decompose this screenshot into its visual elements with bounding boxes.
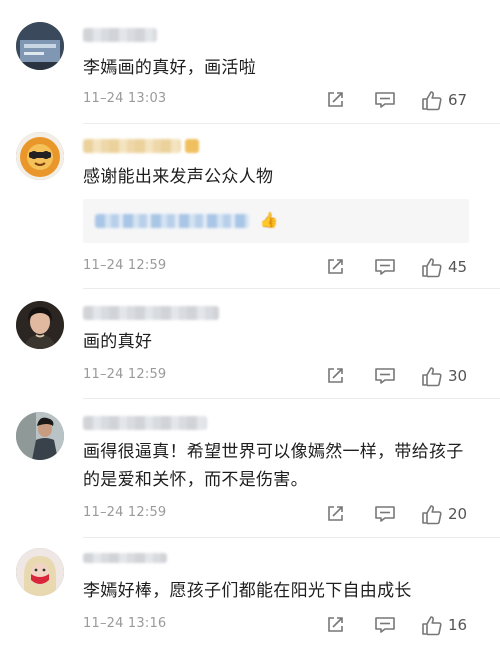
comment-text: 李嫣好棒，愿孩子们都能在阳光下自由成长 <box>83 581 412 601</box>
like-count: 67 <box>448 91 468 109</box>
avatar-image <box>16 132 64 180</box>
reply-button[interactable] <box>374 88 396 112</box>
comment-text: 感谢能出来发声公众人物 <box>83 167 274 187</box>
share-button[interactable] <box>325 502 345 526</box>
like-button[interactable]: 30 <box>421 364 467 388</box>
like-button[interactable]: 16 <box>421 613 467 637</box>
reply-icon <box>375 617 395 633</box>
comment-meta: 11–24 13:16 16 <box>83 613 500 637</box>
like-button[interactable]: 20 <box>421 502 467 526</box>
thumbs-up-emoji: 👍 <box>259 211 279 229</box>
username-blurred[interactable] <box>83 306 219 320</box>
like-count: 45 <box>448 258 468 276</box>
avatar[interactable] <box>16 301 64 349</box>
reply-button[interactable] <box>374 613 396 637</box>
reply-button[interactable] <box>374 502 396 526</box>
comment-feed: 李嫣画的真好，画活啦 11–24 13:03 67 感谢能出来发声公众人物 👍 … <box>0 0 500 651</box>
share-icon <box>328 368 343 383</box>
divider <box>83 537 500 538</box>
avatar-image <box>16 548 64 596</box>
thumbs-up-icon <box>422 258 442 278</box>
username-blurred[interactable] <box>83 553 167 563</box>
thumbs-up-icon <box>422 505 442 525</box>
avatar[interactable] <box>16 412 64 460</box>
avatar[interactable] <box>16 22 64 70</box>
like-count: 20 <box>448 505 468 523</box>
share-icon <box>328 617 343 632</box>
divider <box>83 288 500 289</box>
thumbs-up-icon <box>422 367 442 387</box>
share-button[interactable] <box>325 613 345 637</box>
reply-button[interactable] <box>374 255 396 279</box>
divider <box>83 123 500 124</box>
reply-icon <box>375 506 395 522</box>
comment-text: 画的真好 <box>83 332 153 352</box>
username-blurred[interactable] <box>83 28 157 42</box>
quoted-reply-blurred <box>95 214 249 228</box>
username-blurred[interactable] <box>83 416 207 430</box>
comment-meta: 11–24 12:59 30 <box>83 364 500 388</box>
share-icon <box>328 92 343 107</box>
avatar-image <box>16 412 64 460</box>
comment-text: 画得很逼真！希望世界可以像嫣然一样，带给孩子的是爱和关怀，而不是伤害。 <box>83 442 464 490</box>
comment-time: 11–24 13:16 <box>83 616 167 631</box>
username-blurred[interactable] <box>83 139 181 153</box>
like-count: 30 <box>448 367 468 385</box>
avatar[interactable] <box>16 548 64 596</box>
comment-time: 11–24 12:59 <box>83 505 167 520</box>
like-button[interactable]: 67 <box>421 88 467 112</box>
avatar-image <box>16 22 64 70</box>
like-count: 16 <box>448 616 468 634</box>
share-icon <box>328 259 343 274</box>
share-button[interactable] <box>325 364 345 388</box>
share-button[interactable] <box>325 88 345 112</box>
share-button[interactable] <box>325 255 345 279</box>
comment-meta: 11–24 12:59 45 <box>83 255 500 279</box>
avatar[interactable] <box>16 132 64 180</box>
comment-meta: 11–24 13:03 67 <box>83 88 500 112</box>
share-icon <box>328 506 343 521</box>
reply-icon <box>375 92 395 108</box>
reply-icon <box>375 259 395 275</box>
like-button[interactable]: 45 <box>421 255 467 279</box>
comment-text: 李嫣画的真好，画活啦 <box>83 58 256 78</box>
thumbs-up-icon <box>422 91 442 111</box>
comment-time: 11–24 12:59 <box>83 367 167 382</box>
thumbs-up-icon <box>422 616 442 636</box>
reply-icon <box>375 368 395 384</box>
quoted-reply[interactable]: 👍 <box>83 199 469 243</box>
comment-time: 11–24 13:03 <box>83 91 167 106</box>
avatar-image <box>16 301 64 349</box>
comment-meta: 11–24 12:59 20 <box>83 502 500 526</box>
reply-button[interactable] <box>374 364 396 388</box>
user-badge-blurred <box>185 139 199 153</box>
comment-time: 11–24 12:59 <box>83 258 167 273</box>
divider <box>83 398 500 399</box>
